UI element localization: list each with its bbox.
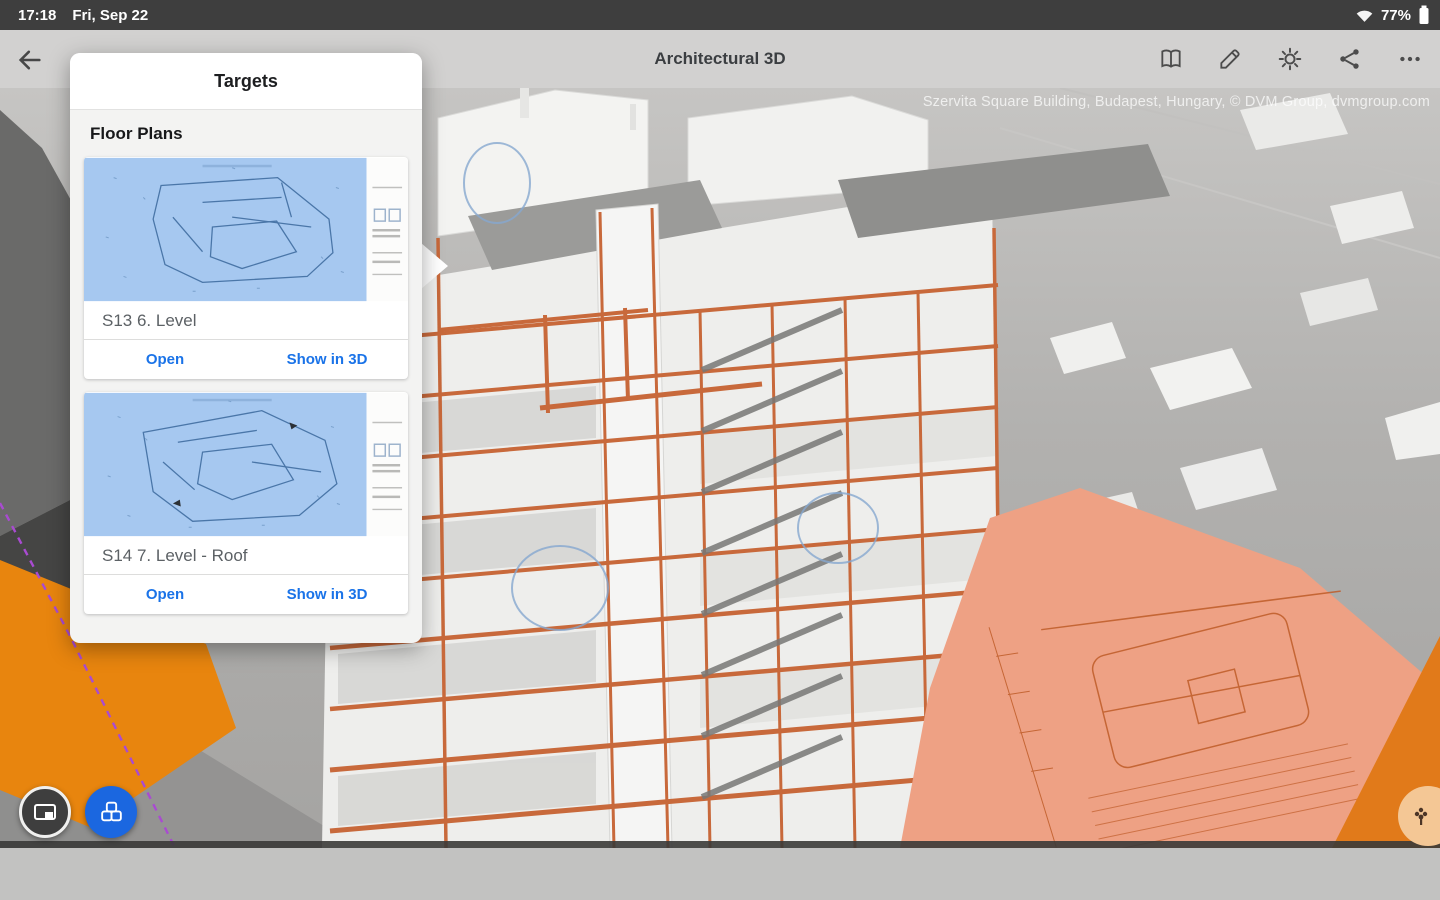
more-options-icon[interactable] <box>1397 46 1423 72</box>
watermark-text: Szervita Square Building, Budapest, Hung… <box>922 94 1430 110</box>
book-open-icon[interactable] <box>1158 46 1184 72</box>
panel-pointer <box>421 243 448 289</box>
status-bar: 17:18 Fri, Sep 22 77% <box>0 0 1440 30</box>
floorplan-name: S13 6. Level <box>84 302 408 340</box>
floorplan-card: S14 7. Level - Roof Open Show in 3D <box>84 392 408 614</box>
models-button[interactable] <box>85 786 137 838</box>
targets-panel-title: Targets <box>70 53 422 110</box>
brightness-icon[interactable] <box>1277 46 1303 72</box>
floor-plans-section-title: Floor Plans <box>90 124 183 143</box>
system-nav-bar <box>0 848 1440 900</box>
battery-percent: 77% <box>1380 6 1411 24</box>
open-button[interactable]: Open <box>146 586 184 603</box>
show-in-3d-button[interactable]: Show in 3D <box>287 351 368 368</box>
battery-icon <box>1419 5 1429 24</box>
date: Fri, Sep 22 <box>72 6 149 24</box>
targets-panel: Targets Floor Plans S13 6. Level Open Sh… <box>70 53 422 643</box>
app-screen: Szervita Square Building, Budapest, Hung… <box>0 0 1440 900</box>
scene-bottom-shadow <box>0 841 1440 848</box>
screenshot-icon <box>34 804 56 820</box>
clock: 17:18 <box>18 6 57 24</box>
marker-icon <box>1414 807 1428 825</box>
show-in-3d-button[interactable]: Show in 3D <box>287 586 368 603</box>
screenshot-button[interactable] <box>19 786 71 838</box>
floorplan-thumbnail[interactable] <box>84 157 408 302</box>
floorplan-card: S13 6. Level Open Show in 3D <box>84 157 408 379</box>
wifi-icon <box>1356 10 1373 22</box>
back-arrow-icon[interactable] <box>16 46 44 74</box>
floorplan-thumbnail[interactable] <box>84 392 408 537</box>
share-icon[interactable] <box>1337 46 1363 72</box>
models-icon <box>100 801 122 821</box>
open-button[interactable]: Open <box>146 351 184 368</box>
pencil-icon[interactable] <box>1217 46 1243 72</box>
floorplan-name: S14 7. Level - Roof <box>84 537 408 575</box>
